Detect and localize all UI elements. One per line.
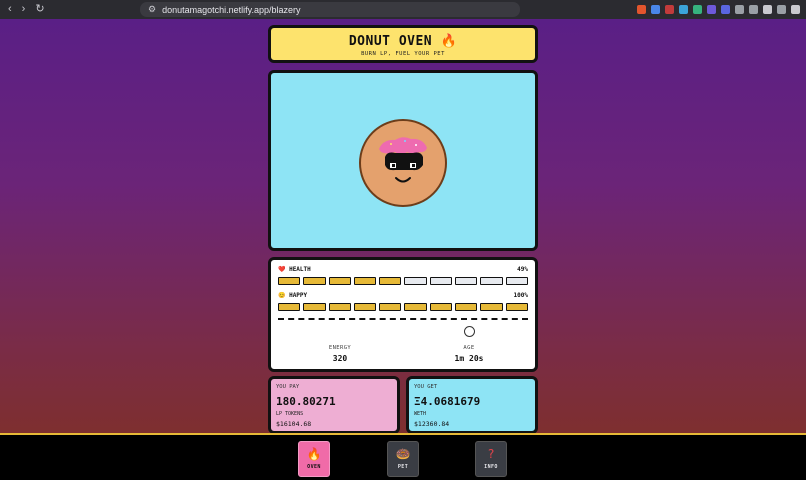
bar-segment — [455, 277, 478, 285]
bar-segment — [480, 303, 503, 311]
divider — [278, 318, 528, 320]
get-unit: WETH — [414, 411, 427, 417]
pay-amount: 180.80271 — [276, 395, 336, 408]
bar-segment — [353, 303, 377, 311]
happy-bar — [278, 303, 528, 311]
browser-toolbar: ‹ › ↻ ⚙ donutamagotchi.netlify.app/blaze… — [0, 0, 806, 19]
you-pay-card[interactable]: YOU PAY 180.80271 LP TOKENS $16104.68 — [268, 376, 400, 433]
bar-segment — [404, 277, 427, 285]
bar-segment — [328, 303, 351, 311]
extension-icon[interactable] — [749, 5, 758, 14]
back-icon[interactable]: ‹ — [8, 4, 12, 15]
extension-icon[interactable] — [679, 5, 688, 14]
app-page: DONUT OVEN 🔥 BURN LP, FUEL YOUR PET ❤️ H… — [0, 19, 806, 433]
question-icon: ? — [487, 447, 495, 461]
pay-label: YOU PAY — [276, 384, 300, 390]
happy-label: 😊 HAPPY — [278, 292, 308, 299]
stats-panel: ❤️ HEALTH 49% 😊 HAPPY 100% ENERGY 320 AG… — [268, 257, 538, 372]
energy-value: 320 — [332, 354, 348, 363]
forward-icon[interactable]: › — [22, 4, 26, 15]
timer-icon — [464, 326, 475, 337]
health-row: ❤️ HEALTH 49% — [278, 266, 528, 273]
tab-oven-label: OVEN — [307, 464, 321, 470]
tab-info-label: INFO — [484, 464, 498, 470]
bar-segment — [455, 303, 478, 311]
tab-info[interactable]: ? INFO — [475, 441, 507, 477]
extension-icon[interactable] — [637, 5, 646, 14]
bar-segment — [278, 277, 301, 285]
bar-segment — [379, 303, 402, 311]
bar-segment — [379, 277, 402, 285]
bar-segment — [429, 277, 453, 285]
donut-icon: 🍩 — [395, 447, 411, 461]
site-settings-icon[interactable]: ⚙ — [148, 4, 156, 15]
bar-segment — [353, 277, 377, 285]
tab-pet-label: PET — [397, 464, 409, 470]
extension-icon[interactable] — [665, 5, 674, 14]
bar-segment — [328, 277, 351, 285]
bar-segment — [303, 303, 326, 311]
bar-segment — [303, 277, 326, 285]
age-label: AGE — [463, 345, 475, 351]
donut-face — [379, 137, 427, 183]
extension-icon[interactable] — [721, 5, 730, 14]
bar-segment — [429, 303, 453, 311]
pay-usd: $16104.68 — [276, 420, 312, 428]
wallet-icon[interactable] — [777, 5, 786, 14]
get-label: YOU GET — [414, 384, 438, 390]
get-amount: Ξ4.0681679 — [414, 395, 481, 408]
bar-segment — [278, 303, 301, 311]
page-title: DONUT OVEN 🔥 — [348, 34, 458, 49]
fire-icon: 🔥 — [306, 447, 322, 461]
tab-pet[interactable]: 🍩 PET — [387, 441, 419, 477]
extensions-bar — [637, 5, 800, 14]
energy-label: ENERGY — [328, 345, 352, 351]
you-get-card[interactable]: YOU GET Ξ4.0681679 WETH $12360.84 — [406, 376, 538, 433]
happy-value: 100% — [513, 292, 528, 299]
menu-icon[interactable] — [791, 5, 800, 14]
tab-oven[interactable]: 🔥 OVEN — [298, 441, 330, 477]
extension-icon[interactable] — [693, 5, 702, 14]
pet-display — [268, 70, 538, 251]
header-card: DONUT OVEN 🔥 BURN LP, FUEL YOUR PET — [268, 25, 538, 63]
bar-segment — [404, 303, 427, 311]
reload-icon[interactable]: ↻ — [35, 4, 44, 15]
address-bar[interactable]: ⚙ donutamagotchi.netlify.app/blazery — [140, 2, 520, 17]
sidebar-icon[interactable] — [763, 5, 772, 14]
age-stat: AGE 1m 20s — [429, 345, 509, 363]
pay-unit: LP TOKENS — [276, 411, 304, 417]
extension-icon[interactable] — [735, 5, 744, 14]
extension-icon[interactable] — [707, 5, 716, 14]
bottom-tab-bar: 🔥 OVEN 🍩 PET ? INFO — [0, 433, 806, 480]
happy-row: 😊 HAPPY 100% — [278, 292, 528, 299]
page-subtitle: BURN LP, FUEL YOUR PET — [361, 51, 445, 57]
donut-pet-icon[interactable] — [359, 119, 447, 207]
extension-icon[interactable] — [651, 5, 660, 14]
browser-nav: ‹ › ↻ — [0, 4, 120, 15]
bar-segment — [505, 277, 528, 285]
health-value: 49% — [517, 266, 528, 273]
health-label: ❤️ HEALTH — [278, 266, 311, 273]
bar-segment — [480, 277, 503, 285]
bar-segment — [505, 303, 528, 311]
energy-stat: ENERGY 320 — [300, 345, 380, 363]
health-bar — [278, 277, 528, 285]
url-text: donutamagotchi.netlify.app/blazery — [162, 4, 301, 15]
age-value: 1m 20s — [454, 354, 484, 363]
get-usd: $12360.84 — [414, 420, 450, 428]
